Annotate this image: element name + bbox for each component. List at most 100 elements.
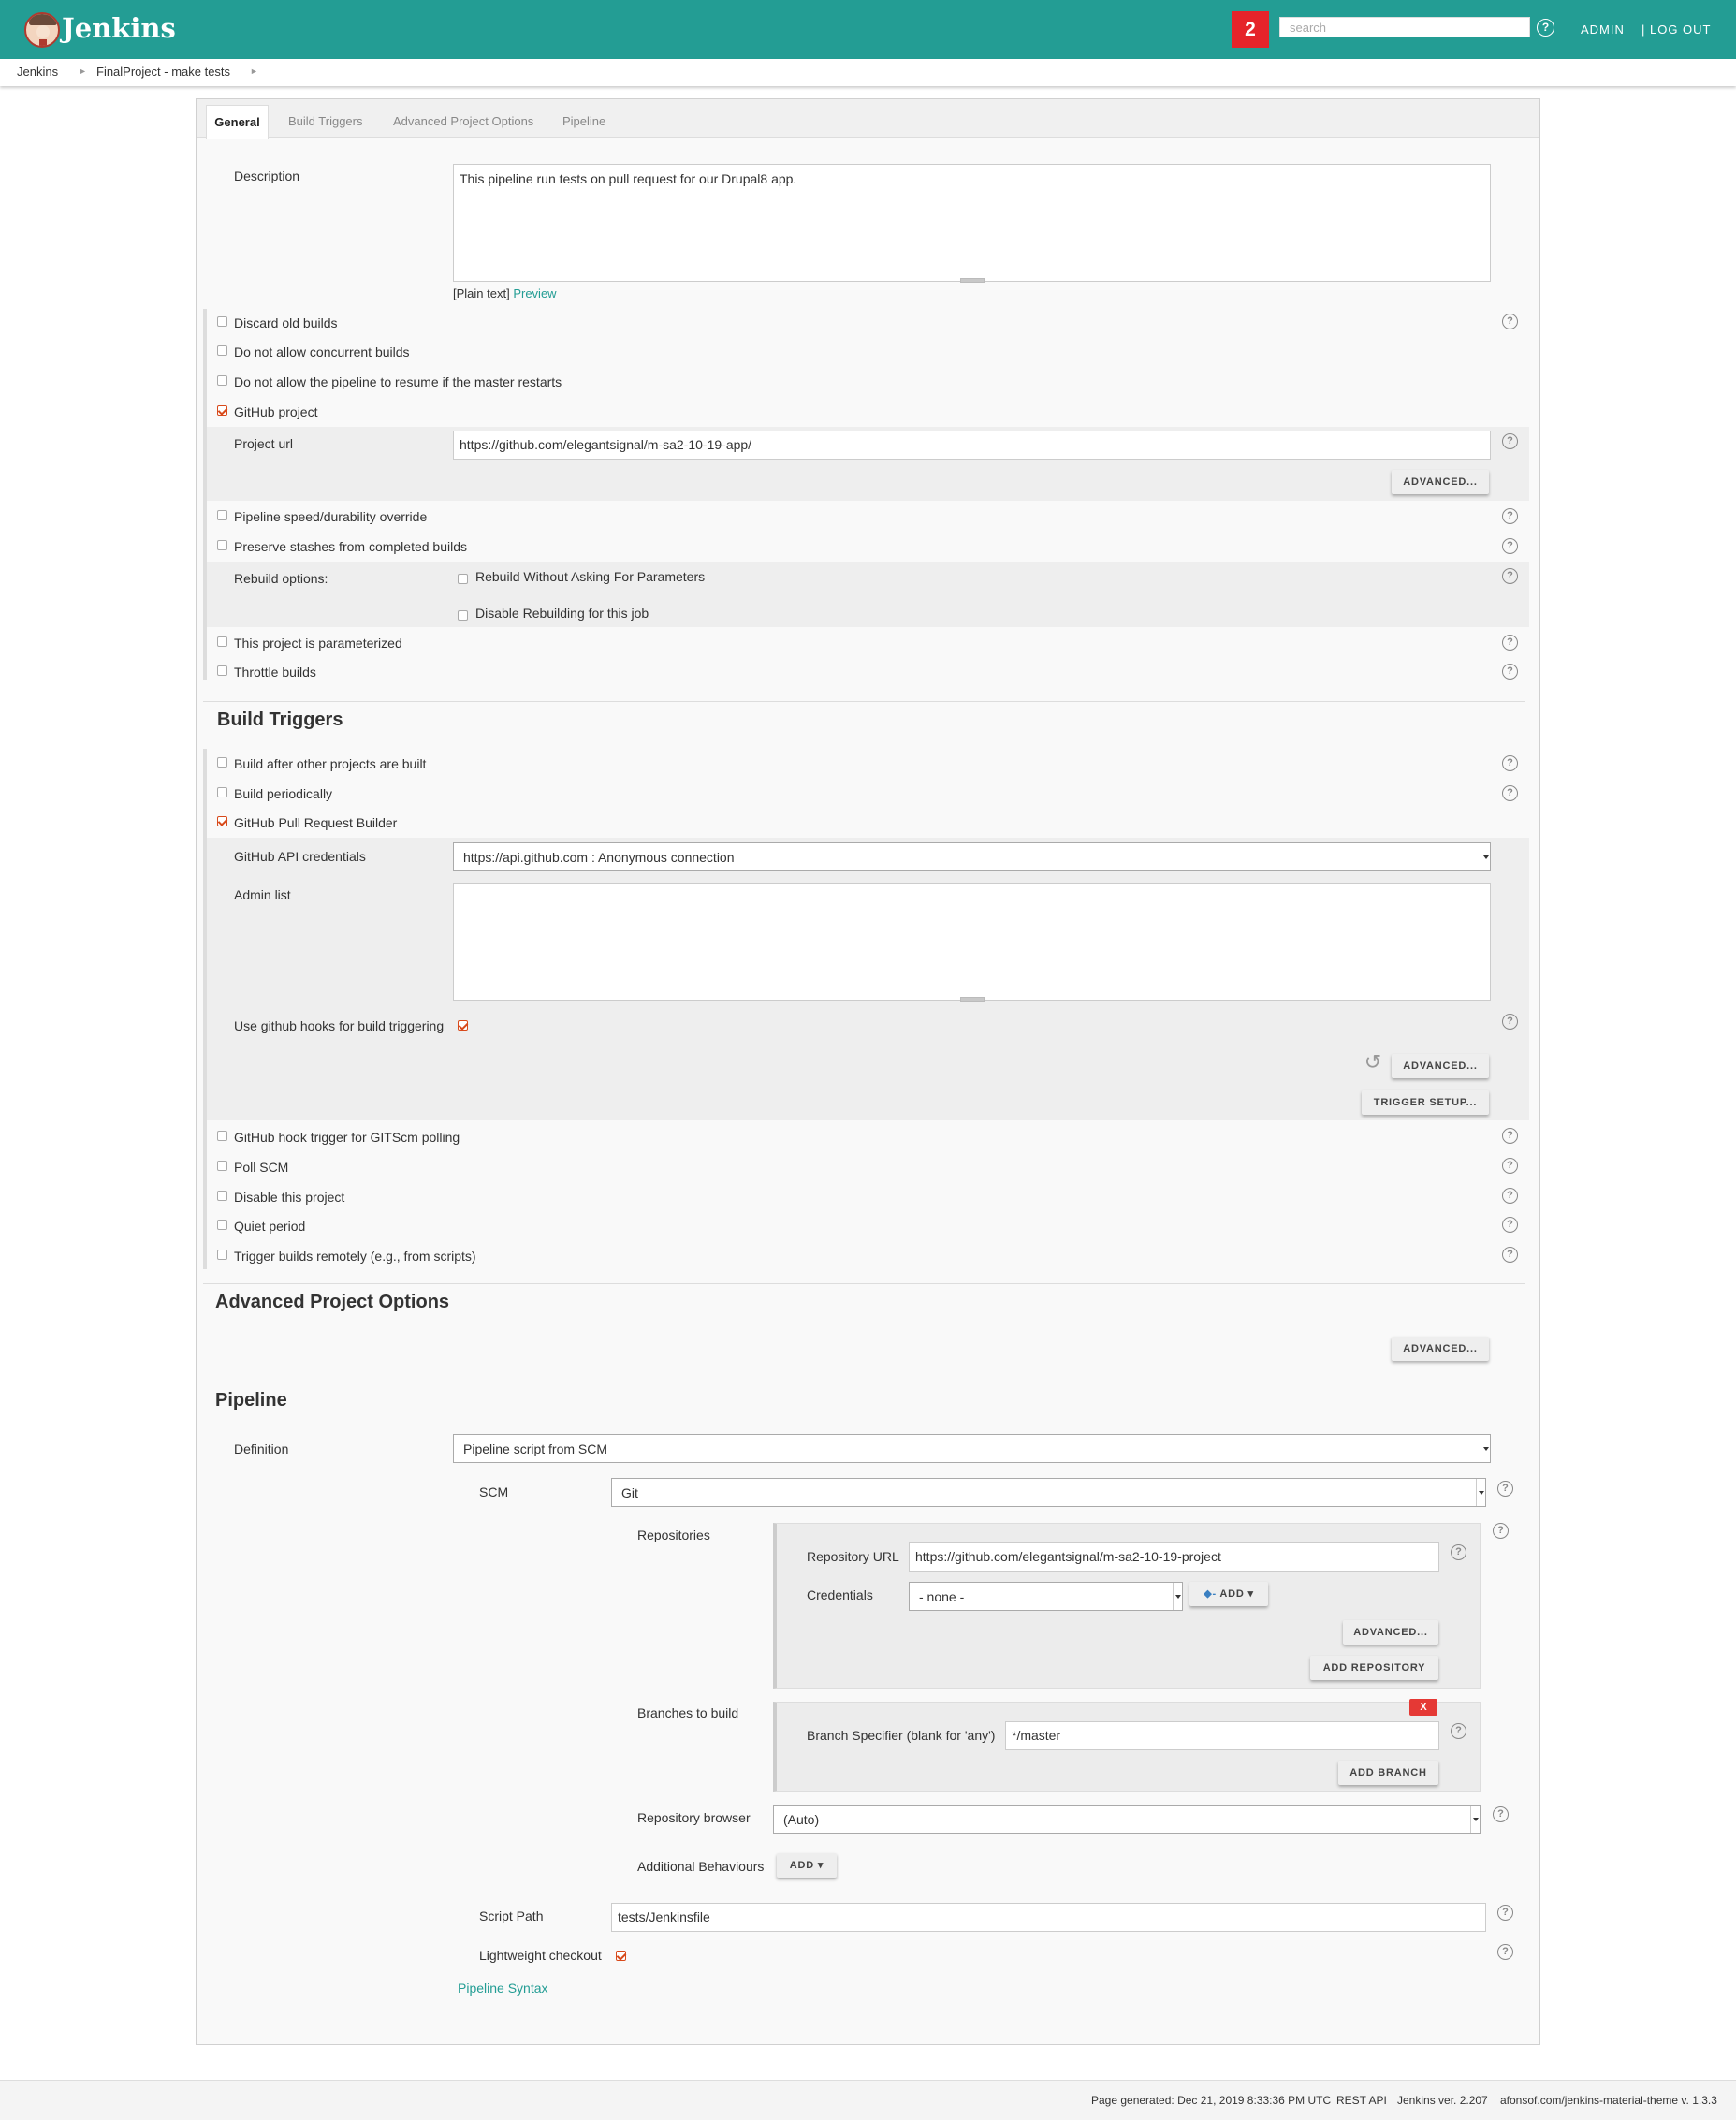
dropdown-arrow-icon[interactable] <box>1470 1806 1480 1833</box>
use-hooks-checkbox[interactable] <box>458 1020 468 1031</box>
add-label: ADD <box>1219 1588 1245 1600</box>
pipeline-syntax-link[interactable]: Pipeline Syntax <box>458 1981 548 1996</box>
trigger-setup-button[interactable]: TRIGGER SETUP... <box>1362 1090 1489 1115</box>
notification-badge[interactable]: 2 <box>1232 11 1269 48</box>
chevron-right-icon[interactable]: ► <box>79 66 87 76</box>
github-advanced-button[interactable]: ADVANCED... <box>1392 470 1489 494</box>
tab-advanced-project-options[interactable]: Advanced Project Options <box>393 114 533 128</box>
lightweight-checkbox[interactable] <box>616 1951 626 1961</box>
github-project-checkbox[interactable] <box>217 405 227 416</box>
dropdown-arrow-icon[interactable] <box>1476 1479 1485 1506</box>
ghprb-advanced-button[interactable]: ADVANCED... <box>1392 1054 1489 1078</box>
discard-old-checkbox[interactable] <box>217 316 227 327</box>
repo-browser-select[interactable]: (Auto) <box>773 1805 1481 1834</box>
brand-title[interactable]: Jenkins <box>62 11 176 45</box>
branch-spec-input[interactable]: */master <box>1005 1721 1439 1750</box>
no-resume-label: Do not allow the pipeline to resume if t… <box>234 374 562 389</box>
api-credentials-select[interactable]: https://api.github.com : Anonymous conne… <box>453 842 1491 871</box>
preserve-stashes-checkbox[interactable] <box>217 540 227 550</box>
help-icon[interactable]: ? <box>1502 1158 1518 1174</box>
delete-branch-button[interactable]: X <box>1409 1699 1437 1716</box>
build-periodically-checkbox[interactable] <box>217 787 227 797</box>
disable-rebuild-checkbox[interactable] <box>458 610 468 621</box>
help-icon[interactable]: ? <box>1502 664 1518 680</box>
script-path-input[interactable]: tests/Jenkinsfile <box>611 1903 1486 1932</box>
help-icon[interactable]: ? <box>1502 1247 1518 1263</box>
help-icon[interactable]: ? <box>1502 1188 1518 1204</box>
help-icon[interactable]: ? <box>1502 314 1518 329</box>
gitscm-checkbox[interactable] <box>217 1131 227 1141</box>
help-icon[interactable]: ? <box>1502 635 1518 651</box>
description-textarea[interactable]: This pipeline run tests on pull request … <box>453 164 1491 283</box>
jenkins-version-link[interactable]: Jenkins ver. 2.207 <box>1397 2094 1488 2107</box>
help-icon[interactable]: ? <box>1493 1523 1509 1539</box>
rebuild-without-checkbox[interactable] <box>458 574 468 584</box>
help-icon[interactable]: ? <box>1502 1217 1518 1233</box>
caret-down-icon: ▾ <box>1247 1588 1254 1600</box>
help-icon[interactable]: ? <box>1502 433 1518 449</box>
repo-browser-value: (Auto) <box>783 1812 820 1827</box>
help-icon[interactable]: ? <box>1497 1481 1513 1497</box>
no-concurrent-checkbox[interactable] <box>217 345 227 356</box>
quiet-period-checkbox[interactable] <box>217 1220 227 1230</box>
build-after-label: Build after other projects are built <box>234 756 427 771</box>
no-resume-checkbox[interactable] <box>217 375 227 386</box>
resize-grip-icon[interactable] <box>959 997 985 1002</box>
project-advanced-button[interactable]: ADVANCED... <box>1392 1337 1489 1361</box>
caret-down-icon: ▾ <box>817 1860 824 1871</box>
key-icon: ◆- <box>1204 1588 1217 1600</box>
help-icon[interactable]: ? <box>1451 1544 1466 1560</box>
trigger-remote-checkbox[interactable] <box>217 1250 227 1260</box>
help-icon[interactable]: ? <box>1497 1905 1513 1921</box>
preview-link[interactable]: Preview <box>513 286 556 300</box>
help-icon[interactable]: ? <box>1502 568 1518 584</box>
breadcrumb-project[interactable]: FinalProject - make tests <box>96 65 230 79</box>
add-credentials-button[interactable]: ◆- ADD ▾ <box>1189 1582 1268 1606</box>
quiet-period-label: Quiet period <box>234 1219 306 1234</box>
speed-override-checkbox[interactable] <box>217 510 227 520</box>
history-icon[interactable]: ↺ <box>1362 1052 1384 1075</box>
dropdown-arrow-icon[interactable] <box>1173 1583 1182 1610</box>
add-behaviour-button[interactable]: ADD ▾ <box>777 1853 837 1878</box>
credentials-select[interactable]: - none - <box>909 1582 1183 1611</box>
dropdown-arrow-icon[interactable] <box>1481 843 1490 870</box>
add-branch-button[interactable]: ADD BRANCH <box>1338 1761 1438 1785</box>
add-repository-button[interactable]: ADD REPOSITORY <box>1310 1656 1438 1680</box>
help-icon[interactable]: ? <box>1493 1806 1509 1822</box>
parameterized-checkbox[interactable] <box>217 636 227 647</box>
build-after-checkbox[interactable] <box>217 757 227 768</box>
disable-project-checkbox[interactable] <box>217 1191 227 1201</box>
breadcrumb-jenkins[interactable]: Jenkins <box>17 65 58 79</box>
repo-url-input[interactable]: https://github.com/elegantsignal/m-sa2-1… <box>909 1542 1439 1572</box>
help-icon[interactable]: ? <box>1502 785 1518 801</box>
project-url-input[interactable]: https://github.com/elegantsignal/m-sa2-1… <box>453 431 1491 460</box>
chevron-right-icon[interactable]: ► <box>250 66 258 76</box>
search-input[interactable] <box>1279 17 1530 37</box>
help-icon[interactable]: ? <box>1502 1014 1518 1030</box>
help-icon[interactable]: ? <box>1502 755 1518 771</box>
definition-select[interactable]: Pipeline script from SCM <box>453 1434 1491 1463</box>
tab-general[interactable]: General <box>206 105 269 139</box>
jenkins-logo-icon[interactable] <box>24 12 60 48</box>
help-icon[interactable]: ? <box>1451 1723 1466 1739</box>
logout-link[interactable]: | LOG OUT <box>1641 22 1712 37</box>
repo-advanced-button[interactable]: ADVANCED... <box>1343 1620 1438 1645</box>
help-icon[interactable]: ? <box>1502 538 1518 554</box>
poll-scm-checkbox[interactable] <box>217 1161 227 1171</box>
user-link[interactable]: ADMIN <box>1581 22 1625 37</box>
tab-pipeline[interactable]: Pipeline <box>562 114 605 128</box>
resize-grip-icon[interactable] <box>959 278 985 283</box>
rest-api-link[interactable]: REST API <box>1336 2094 1387 2107</box>
throttle-checkbox[interactable] <box>217 665 227 676</box>
ghprb-checkbox[interactable] <box>217 816 227 826</box>
search-help-icon[interactable]: ? <box>1537 19 1554 37</box>
dropdown-arrow-icon[interactable] <box>1481 1435 1490 1462</box>
scm-select[interactable]: Git <box>611 1478 1486 1507</box>
help-icon[interactable]: ? <box>1502 508 1518 524</box>
admin-list-textarea[interactable] <box>453 883 1491 1002</box>
help-icon[interactable]: ? <box>1497 1944 1513 1960</box>
help-icon[interactable]: ? <box>1502 1128 1518 1144</box>
tab-build-triggers[interactable]: Build Triggers <box>288 114 362 128</box>
discard-old-label: Discard old builds <box>234 315 338 330</box>
lightweight-label: Lightweight checkout <box>479 1948 602 1963</box>
